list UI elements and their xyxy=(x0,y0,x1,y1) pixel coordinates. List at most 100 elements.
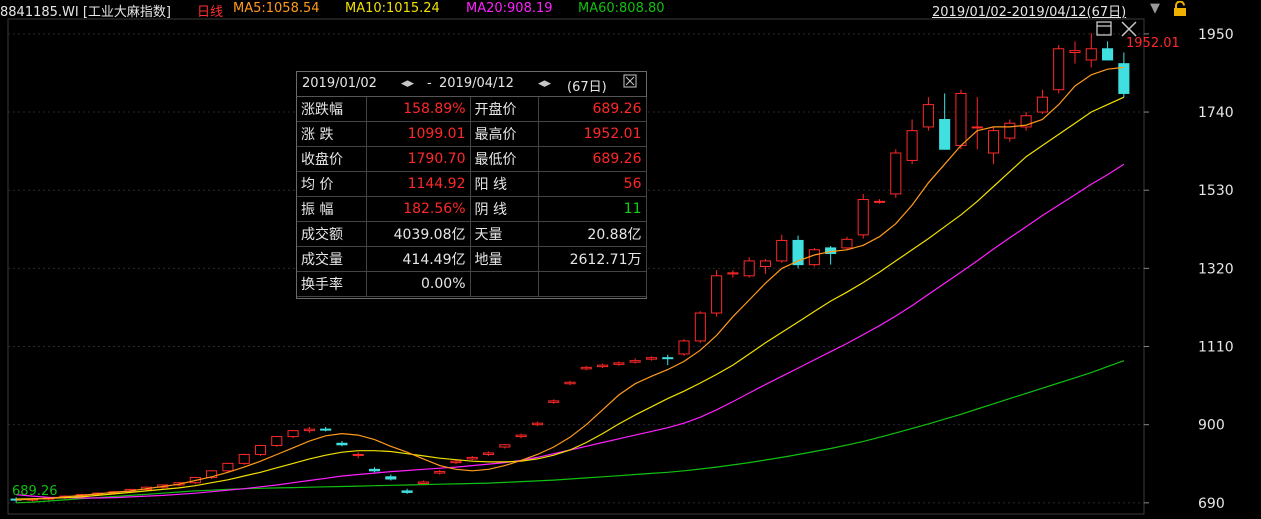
day-count: (67日) xyxy=(567,80,607,95)
candle-body xyxy=(320,428,332,431)
candle-body xyxy=(450,460,462,464)
candle-body xyxy=(238,453,250,464)
stat-label: 开盘价 xyxy=(470,97,539,122)
candle-body xyxy=(906,130,918,161)
end-date[interactable]: 2019/04/12 xyxy=(439,76,514,91)
candle-body xyxy=(987,130,1000,154)
start-date-arrows-icon[interactable]: ◂▸ xyxy=(401,76,414,91)
candle-body xyxy=(922,104,934,128)
stat-label: 天量 xyxy=(470,221,539,247)
stat-value: 56 xyxy=(538,171,647,197)
candle-body xyxy=(287,430,299,438)
end-date-arrows-icon[interactable]: ◂▸ xyxy=(538,76,551,91)
stat-value: 689.26 xyxy=(538,146,647,172)
stat-value: 689.26 xyxy=(538,97,647,122)
stat-label: 涨 跌 xyxy=(297,121,367,147)
candle-body xyxy=(368,468,381,472)
candle-body xyxy=(857,199,869,236)
stat-value: 1099.01 xyxy=(366,121,471,147)
candle-body xyxy=(939,118,951,150)
candle-body xyxy=(483,452,495,455)
candle-body xyxy=(515,434,527,438)
candle-body xyxy=(499,444,511,448)
candle-body xyxy=(727,272,739,275)
ma10-legend: MA10:1015.24 xyxy=(345,1,440,16)
y-tick-label: 690 xyxy=(1198,496,1225,512)
candle-body xyxy=(434,471,446,474)
stats-row: 涨 跌 1099.01 最高价 1952.01 xyxy=(297,121,647,147)
stats-row: 涨跌幅 158.89% 开盘价 689.26 xyxy=(297,97,647,122)
interval-stats-panel: 2019/01/02 ◂▸ - 2019/04/12 ◂▸ (67日) 涨跌幅 1… xyxy=(296,71,647,299)
candle-body xyxy=(971,126,983,129)
stat-value: 1790.70 xyxy=(366,146,471,172)
candle-body xyxy=(271,436,283,447)
stat-value: 182.56% xyxy=(366,196,471,222)
candle-body xyxy=(743,260,755,277)
stat-label: 成交额 xyxy=(297,221,367,247)
candle-body xyxy=(597,364,609,368)
stat-label: 换手率 xyxy=(297,271,367,297)
candle-body xyxy=(466,456,478,460)
stats-row: 成交量 414.49亿 地量 2612.71万 xyxy=(297,246,647,272)
stats-row: 均 价 1144.92 阳 线 56 xyxy=(297,171,647,197)
y-tick-label: 1950 xyxy=(1198,27,1234,43)
candle-body xyxy=(955,92,967,147)
candle-body xyxy=(401,490,413,493)
y-tick-label: 1110 xyxy=(1198,340,1234,356)
candle-body xyxy=(385,476,397,480)
candle-body xyxy=(417,481,429,484)
stats-table: 涨跌幅 158.89% 开盘价 689.26 涨 跌 1099.01 最高价 1952.01 收… xyxy=(297,97,647,297)
candle-body xyxy=(711,275,723,314)
candle-body xyxy=(1102,48,1114,61)
ma60-legend: MA60:808.80 xyxy=(578,1,665,16)
stat-label: 均 价 xyxy=(297,171,367,197)
price-axis: 690 900 1110 1320 1530 1740 1950 xyxy=(1144,27,1234,512)
index-code: 8841185.WI [工业大麻指数] xyxy=(0,5,172,20)
stat-value: 4039.08亿 xyxy=(366,221,471,247)
window-icon[interactable] xyxy=(1096,21,1112,36)
candle-body xyxy=(303,428,315,432)
stat-value: 11 xyxy=(538,196,647,222)
lock-icon[interactable] xyxy=(1173,1,1187,17)
candle-body xyxy=(613,362,625,365)
stat-label: 收盘价 xyxy=(297,146,367,172)
candle-body xyxy=(776,239,788,262)
candle-body xyxy=(873,200,886,203)
candle-body xyxy=(678,340,690,355)
y-tick-label: 1740 xyxy=(1198,105,1234,121)
candle-body xyxy=(759,260,772,268)
candle-body xyxy=(1004,122,1016,139)
candle-body xyxy=(645,357,657,360)
candle-body xyxy=(841,238,853,249)
ma20-legend: MA20:908.19 xyxy=(466,1,553,16)
candle-body xyxy=(580,366,592,370)
close-box-icon[interactable] xyxy=(623,74,637,92)
candle-body xyxy=(808,249,820,266)
period-selector[interactable]: 日线 xyxy=(197,1,223,20)
candle-body xyxy=(222,462,234,472)
candle-body xyxy=(548,400,560,403)
stats-row: 振 幅 182.56% 阴 线 11 xyxy=(297,196,647,222)
dropdown-triangle-icon[interactable]: ▼ xyxy=(1150,1,1160,16)
stat-label: 阳 线 xyxy=(470,171,539,197)
y-tick-label: 1320 xyxy=(1198,261,1234,277)
candle-body xyxy=(1069,50,1081,53)
stats-row: 换手率 0.00% xyxy=(297,271,647,297)
low-price-label: 689.26 xyxy=(12,484,58,499)
stat-label: 最低价 xyxy=(470,146,539,172)
candle-body xyxy=(352,453,364,456)
stat-value: 414.49亿 xyxy=(366,246,471,272)
stat-value xyxy=(538,271,647,297)
start-date[interactable]: 2019/01/02 xyxy=(302,76,377,91)
candle-body xyxy=(1085,48,1097,61)
stat-label: 成交量 xyxy=(297,246,367,272)
stats-row: 成交额 4039.08亿 天量 20.88亿 xyxy=(297,221,647,247)
candle-body xyxy=(629,360,641,363)
candle-body xyxy=(1053,48,1065,91)
candle-body xyxy=(890,152,902,195)
candle-body xyxy=(662,357,674,360)
candle-body xyxy=(336,442,348,446)
candle-body xyxy=(254,445,267,455)
stats-header: 2019/01/02 ◂▸ - 2019/04/12 ◂▸ (67日) xyxy=(297,72,646,97)
date-range-link[interactable]: 2019/01/02-2019/04/12(67日) xyxy=(932,1,1126,20)
